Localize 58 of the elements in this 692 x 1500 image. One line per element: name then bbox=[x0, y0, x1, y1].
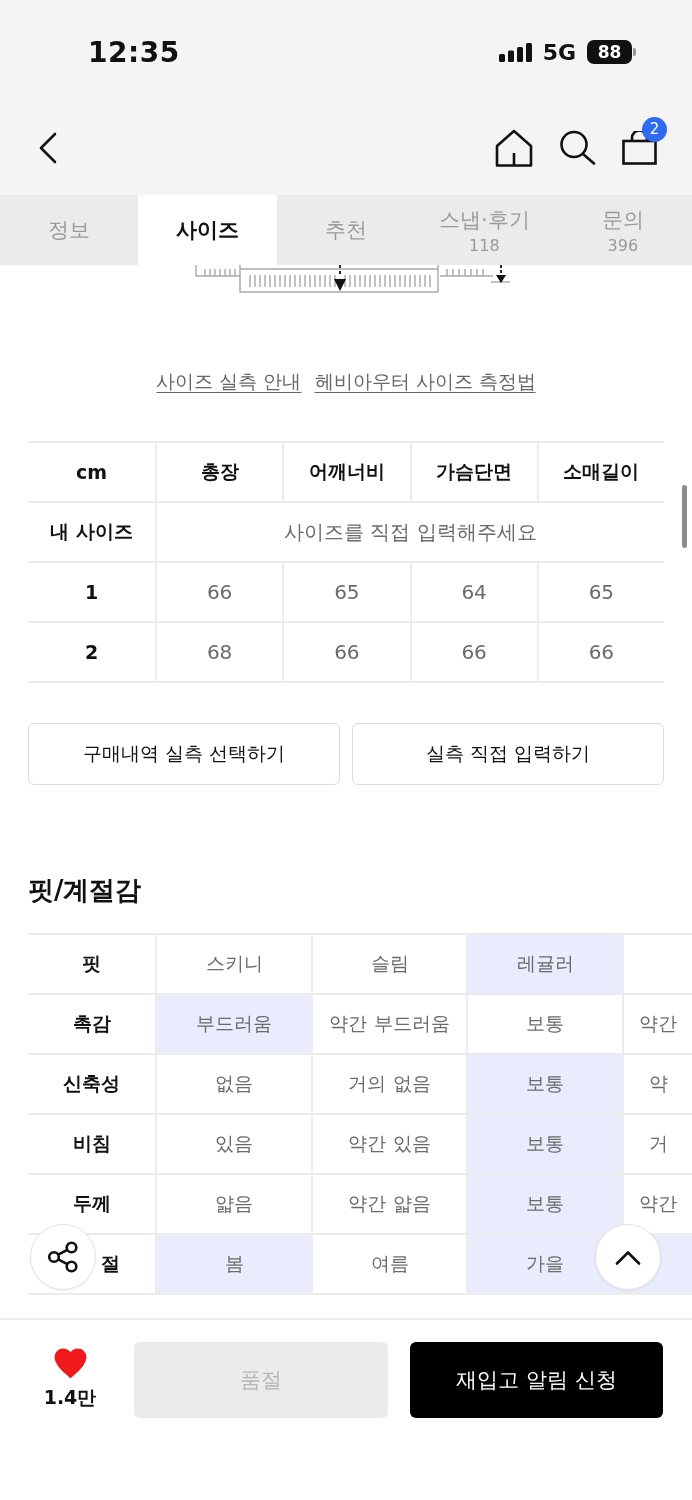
column-header: 소매길이 bbox=[536, 443, 664, 503]
fit-option-cell: 봄 bbox=[155, 1235, 311, 1295]
size-action-button[interactable]: 실측 직접 입력하기 bbox=[352, 723, 664, 785]
battery-level: 88 bbox=[587, 40, 632, 64]
heart-icon[interactable] bbox=[53, 1348, 87, 1378]
fit-option-cell: 보통 bbox=[466, 1055, 622, 1115]
chevron-up-icon bbox=[615, 1249, 641, 1265]
share-icon bbox=[47, 1241, 79, 1273]
signal-icon bbox=[498, 42, 532, 62]
network-type: 5G bbox=[542, 39, 576, 65]
fit-option-cell: 있음 bbox=[155, 1115, 311, 1175]
size-guide-link[interactable]: 헤비아우터 사이즈 측정법 bbox=[314, 369, 536, 395]
tab[interactable]: 사이즈 bbox=[138, 195, 277, 265]
search-icon[interactable] bbox=[559, 130, 596, 165]
fit-option-cell: 약 bbox=[622, 1055, 692, 1115]
table-cell: 66 bbox=[536, 623, 664, 683]
fit-option-cell: 거 bbox=[622, 1115, 692, 1175]
row-header: 2 bbox=[28, 623, 155, 683]
section-title: 핏/계절감 bbox=[28, 875, 143, 905]
fit-option-cell: 약간 얇음 bbox=[311, 1175, 466, 1235]
fit-option-cell: 약간 부드러움 bbox=[311, 995, 466, 1055]
fit-option-cell: 없음 bbox=[155, 1055, 311, 1115]
fit-option-cell: 보통 bbox=[466, 995, 622, 1055]
size-action-button[interactable]: 구매내역 실측 선택하기 bbox=[28, 723, 340, 785]
table-cell: 64 bbox=[409, 563, 537, 623]
column-header: 어깨너비 bbox=[282, 443, 410, 503]
scrollbar-thumb bbox=[682, 485, 687, 548]
table-cell: 68 bbox=[155, 623, 283, 683]
table-cell: 65 bbox=[282, 563, 410, 623]
fit-option-cell: 스키니 bbox=[155, 935, 311, 995]
table-cell: 65 bbox=[536, 563, 664, 623]
fit-option-cell: 슬림 bbox=[311, 935, 466, 995]
size-guide-link[interactable]: 사이즈 실측 안내 bbox=[156, 369, 302, 395]
fit-option-cell: 레귤러 bbox=[466, 935, 622, 995]
fit-option-cell: 부드러움 bbox=[155, 995, 311, 1055]
row-header: 내 사이즈 bbox=[28, 503, 155, 563]
table-cell: 66 bbox=[155, 563, 283, 623]
table-cell: 66 bbox=[282, 623, 410, 683]
column-header: 총장 bbox=[155, 443, 283, 503]
cart-count-badge: 2 bbox=[642, 116, 667, 142]
fit-option-cell: 여름 bbox=[311, 1235, 466, 1295]
battery-tip-icon bbox=[633, 48, 636, 56]
status-time: 12:35 bbox=[88, 35, 180, 69]
fit-option-cell: 거의 없음 bbox=[311, 1055, 466, 1115]
my-size-prompt: 사이즈를 직접 입력해주세요 bbox=[155, 503, 664, 563]
fit-option-cell: 약간 bbox=[622, 995, 692, 1055]
column-header: cm bbox=[28, 443, 155, 503]
like-count: 1.4만 bbox=[43, 1385, 97, 1410]
fit-option-cell: 약간 있음 bbox=[311, 1115, 466, 1175]
column-header: 가슴단면 bbox=[409, 443, 537, 503]
fit-option-cell: 보통 bbox=[466, 1175, 622, 1235]
back-icon[interactable] bbox=[38, 131, 58, 164]
fit-option-cell: 보통 bbox=[466, 1115, 622, 1175]
row-header: 1 bbox=[28, 563, 155, 623]
home-icon[interactable] bbox=[495, 128, 533, 167]
restock-alert-button[interactable]: 재입고 알림 신청 bbox=[410, 1342, 663, 1418]
table-cell: 66 bbox=[409, 623, 537, 683]
fit-option-cell: 얇음 bbox=[155, 1175, 311, 1235]
